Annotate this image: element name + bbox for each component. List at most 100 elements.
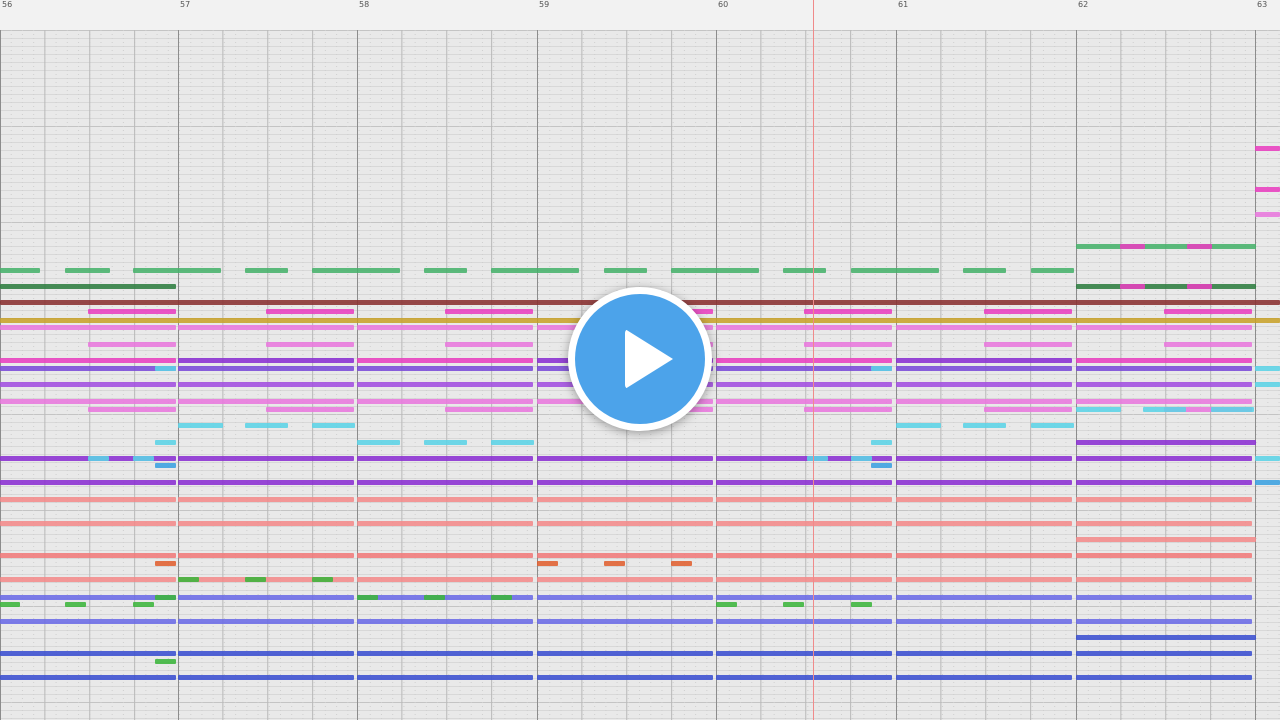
midi-note[interactable] xyxy=(537,456,713,461)
midi-note[interactable] xyxy=(963,423,1006,428)
midi-note[interactable] xyxy=(1076,635,1256,640)
midi-note[interactable] xyxy=(0,602,20,607)
midi-note[interactable] xyxy=(537,480,713,485)
midi-note[interactable] xyxy=(0,268,40,273)
midi-note[interactable] xyxy=(1255,212,1280,217)
midi-note[interactable] xyxy=(851,602,872,607)
midi-note[interactable] xyxy=(357,456,533,461)
midi-note[interactable] xyxy=(1076,399,1252,404)
midi-note[interactable] xyxy=(1255,366,1280,371)
midi-note[interactable] xyxy=(357,366,533,371)
midi-note[interactable] xyxy=(0,366,176,371)
midi-note[interactable] xyxy=(178,497,354,502)
midi-note[interactable] xyxy=(424,595,445,600)
play-button[interactable] xyxy=(568,287,712,431)
midi-note[interactable] xyxy=(0,651,176,656)
midi-note[interactable] xyxy=(178,399,354,404)
midi-note[interactable] xyxy=(312,423,355,428)
midi-note[interactable] xyxy=(178,423,223,428)
midi-note[interactable] xyxy=(155,366,176,371)
midi-note[interactable] xyxy=(245,268,288,273)
midi-note[interactable] xyxy=(896,595,1072,600)
midi-note[interactable] xyxy=(155,440,176,445)
midi-note[interactable] xyxy=(178,521,354,526)
midi-note[interactable] xyxy=(804,342,892,347)
midi-note[interactable] xyxy=(716,651,892,656)
midi-note[interactable] xyxy=(1255,456,1280,461)
midi-note[interactable] xyxy=(716,358,892,363)
midi-note[interactable] xyxy=(88,309,176,314)
midi-note[interactable] xyxy=(1120,244,1145,249)
midi-note[interactable] xyxy=(357,675,533,680)
midi-note[interactable] xyxy=(716,325,892,330)
midi-note[interactable] xyxy=(896,651,1072,656)
midi-note[interactable] xyxy=(537,553,713,558)
midi-note[interactable] xyxy=(1076,407,1121,412)
midi-note[interactable] xyxy=(0,480,176,485)
midi-note[interactable] xyxy=(1164,309,1252,314)
midi-note[interactable] xyxy=(357,595,378,600)
midi-note[interactable] xyxy=(671,268,759,273)
midi-note[interactable] xyxy=(896,366,1072,371)
midi-note[interactable] xyxy=(896,456,1072,461)
midi-note[interactable] xyxy=(178,553,354,558)
midi-note[interactable] xyxy=(357,497,533,502)
midi-note[interactable] xyxy=(984,309,1072,314)
midi-note[interactable] xyxy=(896,399,1072,404)
midi-note[interactable] xyxy=(0,284,176,289)
midi-note[interactable] xyxy=(1255,146,1280,151)
midi-note[interactable] xyxy=(312,268,400,273)
midi-note[interactable] xyxy=(88,342,176,347)
midi-note[interactable] xyxy=(537,619,713,624)
midi-note[interactable] xyxy=(178,358,354,363)
midi-note[interactable] xyxy=(896,497,1072,502)
midi-note[interactable] xyxy=(357,325,533,330)
midi-note[interactable] xyxy=(1076,480,1252,485)
midi-note[interactable] xyxy=(357,577,533,582)
midi-note[interactable] xyxy=(155,463,176,468)
midi-note[interactable] xyxy=(424,440,467,445)
midi-note[interactable] xyxy=(357,480,533,485)
midi-note[interactable] xyxy=(491,268,579,273)
midi-note[interactable] xyxy=(1076,440,1256,445)
midi-note[interactable] xyxy=(1255,382,1280,387)
midi-note[interactable] xyxy=(871,366,892,371)
midi-note[interactable] xyxy=(537,521,713,526)
midi-note[interactable] xyxy=(537,675,713,680)
midi-note[interactable] xyxy=(1120,284,1145,289)
midi-note[interactable] xyxy=(807,456,828,461)
midi-note[interactable] xyxy=(716,521,892,526)
midi-note[interactable] xyxy=(851,268,939,273)
midi-note[interactable] xyxy=(1187,244,1212,249)
midi-note[interactable] xyxy=(178,456,354,461)
midi-note[interactable] xyxy=(1076,577,1252,582)
midi-note[interactable] xyxy=(1164,342,1252,347)
midi-note[interactable] xyxy=(1076,537,1256,542)
midi-note[interactable] xyxy=(65,602,86,607)
midi-note[interactable] xyxy=(716,553,892,558)
midi-note[interactable] xyxy=(133,456,154,461)
midi-note[interactable] xyxy=(1255,187,1280,192)
midi-note[interactable] xyxy=(896,553,1072,558)
midi-note[interactable] xyxy=(88,407,176,412)
midi-note[interactable] xyxy=(1076,595,1252,600)
midi-note[interactable] xyxy=(491,440,534,445)
midi-note[interactable] xyxy=(266,407,354,412)
midi-note[interactable] xyxy=(896,675,1072,680)
midi-note[interactable] xyxy=(0,577,176,582)
midi-note[interactable] xyxy=(1076,284,1256,289)
midi-note[interactable] xyxy=(1076,244,1256,249)
midi-note[interactable] xyxy=(178,619,354,624)
midi-note[interactable] xyxy=(716,382,892,387)
midi-note[interactable] xyxy=(0,619,176,624)
midi-note[interactable] xyxy=(424,268,467,273)
midi-note[interactable] xyxy=(357,399,533,404)
midi-note[interactable] xyxy=(537,561,558,566)
midi-note[interactable] xyxy=(871,463,892,468)
midi-note[interactable] xyxy=(312,577,333,582)
midi-note[interactable] xyxy=(984,407,1072,412)
midi-note[interactable] xyxy=(804,309,892,314)
midi-note[interactable] xyxy=(445,309,533,314)
midi-note[interactable] xyxy=(1076,497,1252,502)
midi-note[interactable] xyxy=(1076,358,1252,363)
